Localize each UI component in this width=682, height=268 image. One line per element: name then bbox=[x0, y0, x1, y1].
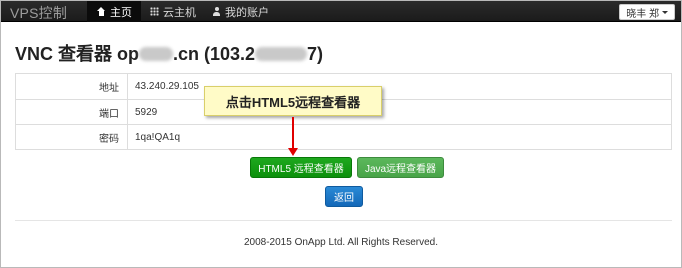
nav-item-label: 主页 bbox=[110, 6, 132, 19]
row-value: 5929 bbox=[135, 106, 158, 118]
home-icon bbox=[97, 7, 106, 16]
back-button[interactable]: 返回 bbox=[325, 186, 363, 207]
user-icon bbox=[212, 7, 221, 16]
brand-logo[interactable]: VPS控制 bbox=[10, 3, 67, 23]
table-row: 密码 1qa!QA1q bbox=[16, 124, 671, 149]
html5-viewer-button[interactable]: HTML5 远程查看器 bbox=[250, 157, 352, 178]
footer-divider bbox=[15, 220, 672, 221]
row-value: 43.240.29.105 bbox=[135, 81, 199, 92]
annotation-arrow-line bbox=[292, 117, 294, 150]
annotation-callout: 点击HTML5远程查看器 bbox=[204, 86, 382, 116]
nav-item-account[interactable]: 我的账户 bbox=[203, 1, 273, 22]
chevron-down-icon bbox=[662, 10, 668, 14]
nav-item-label: 云主机 bbox=[163, 6, 196, 19]
arrow-down-icon bbox=[288, 148, 298, 156]
nav-item-label: 我的账户 bbox=[225, 6, 269, 19]
footer-copyright: 2008-2015 OnApp Ltd. All Rights Reserved… bbox=[243, 237, 438, 248]
redacted-blur bbox=[139, 47, 173, 61]
nav-item-servers[interactable]: 云主机 bbox=[141, 1, 203, 22]
row-label: 端口 bbox=[16, 100, 128, 124]
row-label: 密码 bbox=[16, 125, 128, 149]
java-viewer-button[interactable]: Java远程查看器 bbox=[357, 157, 444, 178]
user-name: 晓丰 郑 bbox=[626, 8, 659, 20]
row-label: 地址 bbox=[16, 74, 128, 99]
redacted-blur bbox=[255, 47, 308, 61]
user-menu-dropdown[interactable]: 晓丰 郑 bbox=[619, 4, 675, 20]
top-navbar: VPS控制 主页 云主机 我的账户 晓丰 郑 bbox=[1, 1, 681, 22]
grid-icon bbox=[150, 7, 159, 16]
row-value: 1qa!QA1q bbox=[135, 131, 181, 143]
nav-item-home[interactable]: 主页 bbox=[87, 1, 141, 22]
page-title: VNC 查看器 op .cn (103.2 7) bbox=[15, 44, 324, 64]
